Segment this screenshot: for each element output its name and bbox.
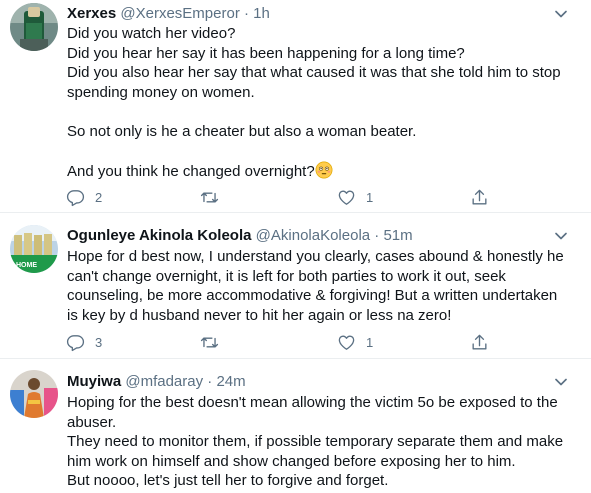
tweet-line bbox=[67, 102, 582, 122]
avatar[interactable]: HOME bbox=[10, 225, 58, 273]
separator-dot: · bbox=[244, 5, 249, 22]
timestamp[interactable]: 51m bbox=[383, 227, 412, 244]
reply-count: 2 bbox=[95, 189, 103, 205]
tweet-header: Muyiwa @mfadaray · 24m bbox=[67, 372, 581, 392]
separator-dot: · bbox=[374, 227, 380, 244]
more-options-icon[interactable] bbox=[551, 4, 571, 24]
more-options-icon[interactable] bbox=[551, 372, 571, 392]
tweet-text: Did you watch her video? Did you hear he… bbox=[67, 24, 582, 184]
tweet-muyiwa[interactable]: Muyiwa @mfadaray · 24m Hoping for the be… bbox=[0, 359, 591, 493]
retweet-icon bbox=[200, 333, 219, 352]
tweet-header: Xerxes @XerxesEmperor · 1h bbox=[67, 4, 581, 24]
retweet-button[interactable] bbox=[200, 330, 229, 354]
reply-button[interactable]: 3 bbox=[66, 330, 102, 354]
avatar-banner-text: HOME bbox=[16, 262, 37, 269]
tweet-line: And you think he changed overnight? bbox=[67, 162, 315, 180]
like-button[interactable]: 1 bbox=[337, 185, 373, 209]
tweet-line: Did you also hear her say that what caus… bbox=[67, 64, 561, 81]
reply-icon bbox=[66, 333, 85, 352]
flushed-face-emoji-icon bbox=[315, 161, 333, 185]
tweet-line: Did you hear her say it has been happeni… bbox=[67, 44, 465, 62]
tweet-line: counseling, be more accommodative & forg… bbox=[67, 287, 558, 304]
like-button[interactable]: 1 bbox=[337, 330, 373, 354]
tweet-ogunleye[interactable]: HOME Ogunleye Akinola Koleola @AkinolaKo… bbox=[0, 213, 591, 358]
tweet-line: But noooo, let's just tell her to forgiv… bbox=[67, 472, 389, 489]
share-button[interactable] bbox=[470, 330, 489, 354]
heart-icon bbox=[337, 333, 356, 352]
tweet-header: Ogunleye Akinola Koleola @AkinolaKoleola… bbox=[67, 226, 581, 246]
tweet-line: can't change overnight, it is left for b… bbox=[67, 267, 506, 285]
tweet-text: Hoping for the best doesn't mean allowin… bbox=[67, 393, 582, 491]
tweet-actions: 3 1 bbox=[57, 330, 537, 354]
tweet-actions: 2 1 bbox=[57, 185, 537, 209]
reply-count: 3 bbox=[95, 334, 103, 350]
tweet-text: Hope for d best now, I understand you cl… bbox=[67, 247, 582, 325]
more-options-icon[interactable] bbox=[551, 226, 571, 246]
tweet-line-with-emoji: And you think he changed overnight? bbox=[67, 161, 582, 185]
retweet-icon bbox=[200, 188, 219, 207]
heart-icon bbox=[337, 188, 356, 207]
timestamp[interactable]: 1h bbox=[253, 5, 270, 22]
display-name[interactable]: Xerxes bbox=[67, 5, 116, 22]
user-handle[interactable]: @XerxesEmperor bbox=[120, 5, 239, 22]
reply-icon bbox=[66, 188, 85, 207]
display-name[interactable]: Muyiwa bbox=[67, 373, 121, 390]
avatar[interactable] bbox=[10, 3, 58, 51]
display-name[interactable]: Ogunleye Akinola Koleola bbox=[67, 227, 251, 244]
separator-dot: · bbox=[207, 373, 213, 390]
reply-button[interactable]: 2 bbox=[66, 185, 102, 209]
tweet-line: spending money on women. bbox=[67, 83, 255, 101]
share-icon bbox=[470, 188, 489, 207]
like-count: 1 bbox=[366, 189, 374, 205]
user-handle[interactable]: @AkinolaKoleola bbox=[256, 227, 370, 244]
tweet-xerxes[interactable]: Xerxes @XerxesEmperor · 1h Did you watch… bbox=[0, 0, 591, 212]
tweet-line: abuser. bbox=[67, 413, 117, 431]
avatar[interactable] bbox=[10, 370, 58, 418]
like-count: 1 bbox=[366, 334, 374, 350]
tweet-line: is key by d husband never to hit her aga… bbox=[67, 306, 452, 324]
tweet-line: They need to monitor them, if possible t… bbox=[67, 433, 564, 450]
tweet-line: So not only is he a cheater but also a w… bbox=[67, 122, 417, 140]
retweet-button[interactable] bbox=[200, 185, 229, 209]
tweet-line: him work on himself and show changed bef… bbox=[67, 452, 516, 470]
tweet-line bbox=[67, 141, 582, 161]
timestamp[interactable]: 24m bbox=[216, 373, 245, 390]
tweet-line: Did you watch her video? bbox=[67, 25, 236, 42]
share-icon bbox=[470, 333, 489, 352]
tweet-line: Hoping for the best doesn't mean allowin… bbox=[67, 394, 558, 411]
user-handle[interactable]: @mfadaray bbox=[125, 373, 203, 390]
share-button[interactable] bbox=[470, 185, 489, 209]
tweet-line: Hope for d best now, I understand you cl… bbox=[67, 248, 564, 265]
